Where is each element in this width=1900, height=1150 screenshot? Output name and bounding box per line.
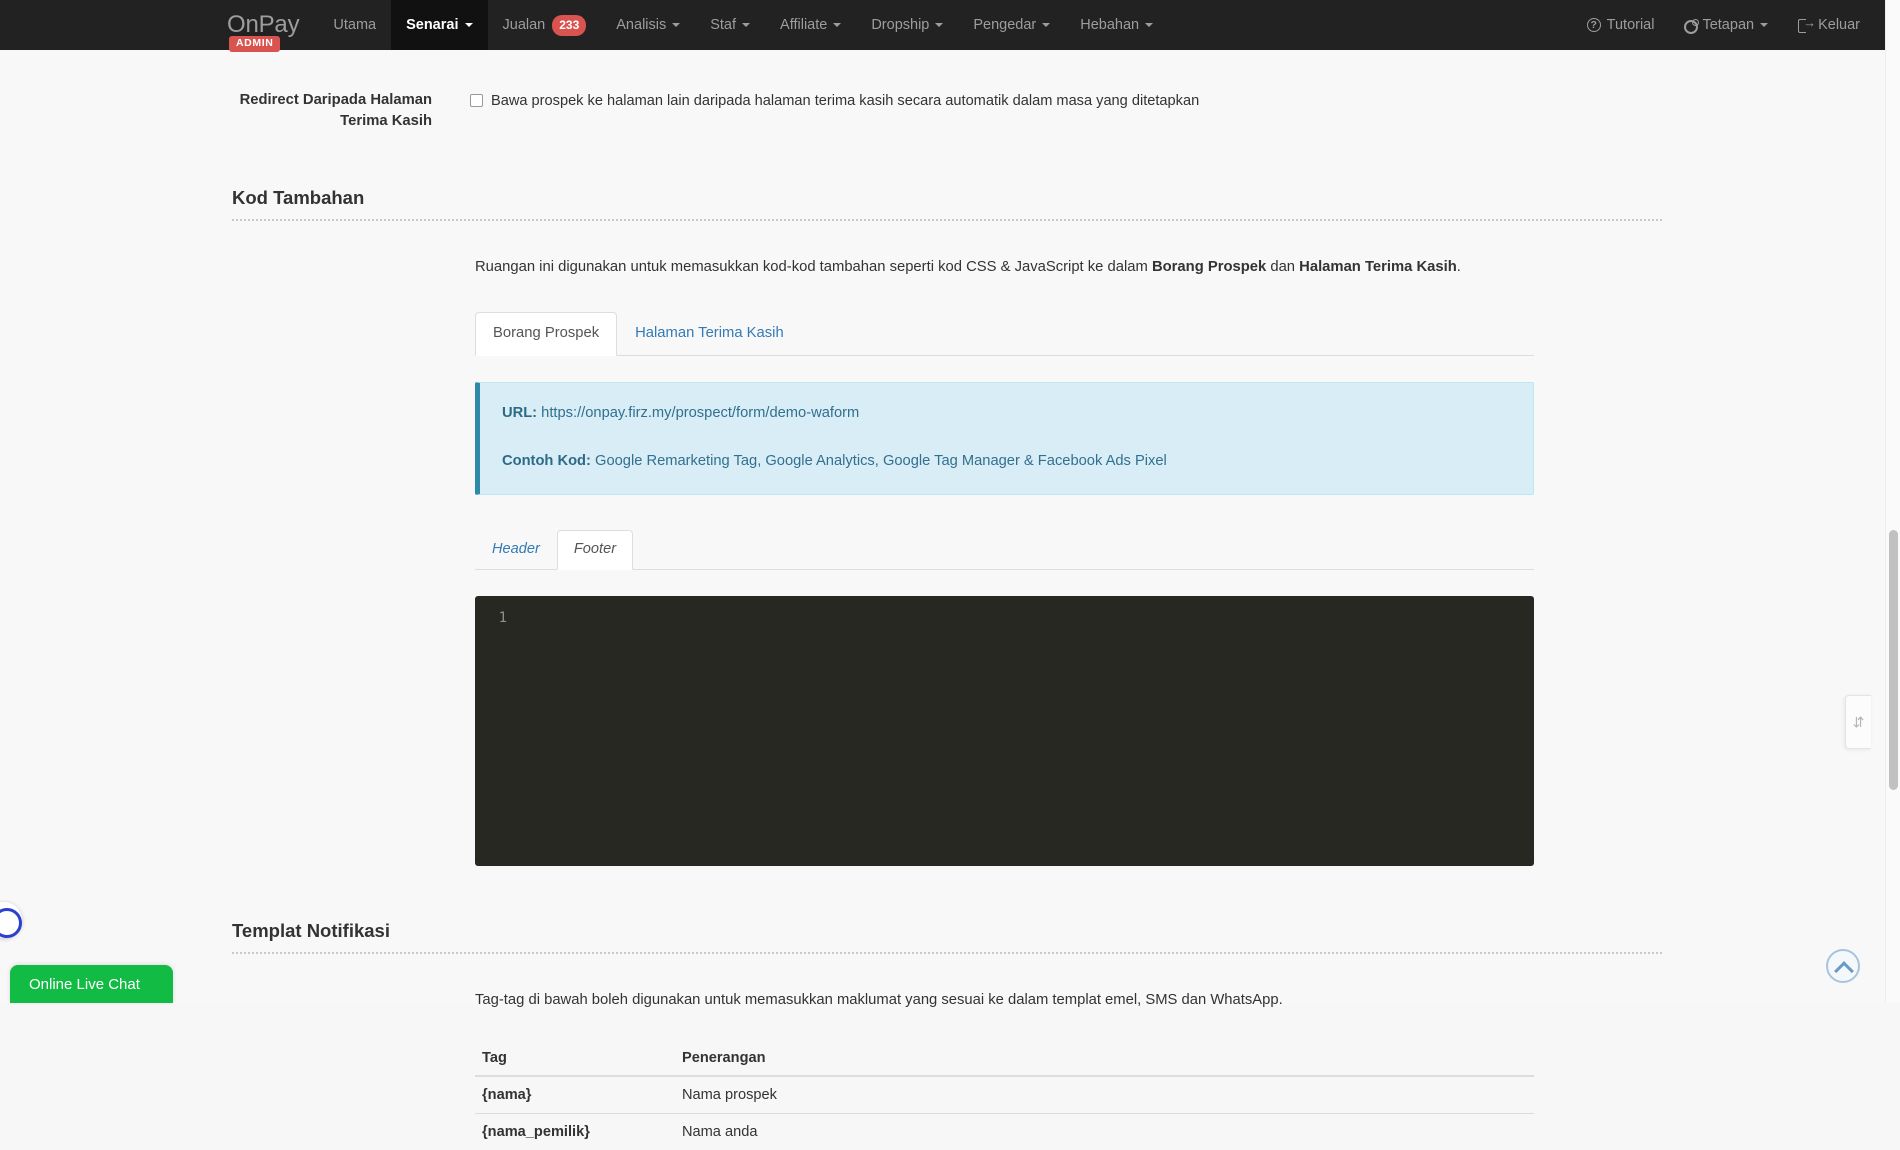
tag-table-head: Tag Penerangan [475, 1041, 1534, 1078]
logout-icon [1798, 16, 1816, 33]
tab-footer[interactable]: Footer [556, 529, 634, 570]
nav-item-dropship[interactable]: Dropship [856, 0, 958, 50]
nav-item-label: Pengedar [973, 17, 1037, 33]
well-contoh-label: Contoh Kod: [502, 452, 591, 469]
nav-item-senarai[interactable]: Senarai [391, 0, 488, 50]
brand-label: OnPay [227, 11, 300, 38]
well-url-line: URL: https://onpay.firz.my/prospect/form… [502, 403, 1511, 424]
column-header-tag: Tag [475, 1041, 675, 1078]
nav-item-affiliate[interactable]: Affiliate [765, 0, 856, 50]
table-row: {nama_pemilik} Nama anda [475, 1113, 1534, 1150]
well-url-value[interactable]: https://onpay.firz.my/prospect/form/demo… [541, 405, 859, 421]
tab-borang-prospek[interactable]: Borang Prospek [475, 312, 618, 357]
nav-item-staf[interactable]: Staf [695, 0, 765, 50]
templat-notifikasi-body: Tag-tag di bawah boleh digunakan untuk m… [232, 954, 1662, 1150]
side-tab-toggle[interactable]: ⇵ [1845, 695, 1871, 749]
chevron-down-icon [1145, 23, 1154, 27]
scrollbar-thumb[interactable] [1889, 530, 1898, 790]
content-container: Redirect Daripada Halaman Terima Kasih B… [232, 50, 1662, 1150]
section-title-templat-notifikasi: Templat Notifikasi [232, 919, 390, 941]
table-row: {nama} Nama prospek [475, 1075, 1534, 1114]
nav-item-utama[interactable]: Utama [318, 0, 391, 50]
nav-item-pengedar[interactable]: Pengedar [958, 0, 1065, 50]
tag-table: Tag Penerangan {nama} Nama prospek {nama… [475, 1041, 1534, 1150]
nav-item-label: Jualan [502, 17, 546, 33]
page-content: Redirect Daripada Halaman Terima Kasih B… [0, 50, 1885, 1150]
resize-handle-icon: ⇵ [1852, 713, 1865, 730]
gear-icon [1684, 18, 1700, 34]
cell-penerangan: Nama anda [675, 1113, 1534, 1150]
redirect-checkbox-label: Bawa prospek ke halaman lain daripada ha… [491, 93, 1200, 109]
intro-bold-borang-prospek: Borang Prospek [1151, 258, 1267, 275]
intro-middle: dan [1266, 258, 1300, 275]
brand-logo[interactable]: OnPay ADMIN [213, 0, 318, 52]
tag-table-body: {nama} Nama prospek {nama_pemilik} Nama … [475, 1075, 1534, 1150]
chevron-down-icon [742, 23, 751, 27]
well-url-label: URL: [502, 405, 538, 422]
scroll-to-top-button[interactable] [1826, 949, 1860, 983]
nav-item-label: Dropship [871, 17, 930, 33]
nav-item-label: Affiliate [780, 17, 828, 33]
nav-item-tetapan[interactable]: Tetapan [1669, 0, 1783, 50]
nav-item-label: Tutorial [1606, 17, 1655, 33]
navbar-left-group: OnPay ADMIN Utama Senarai Jualan 233 Ana… [213, 0, 1168, 52]
nav-item-label: Tetapan [1702, 17, 1755, 33]
nav-item-keluar[interactable]: Keluar [1783, 0, 1875, 50]
redirect-control-area: Bawa prospek ke halaman lain daripada ha… [450, 88, 1662, 133]
cell-tag: {nama} [475, 1075, 675, 1114]
nav-item-analisis[interactable]: Analisis [601, 0, 695, 50]
intro-prefix: Ruangan ini digunakan untuk memasukkan k… [475, 258, 1152, 275]
chevron-down-icon [935, 23, 944, 27]
nav-item-label: Analisis [616, 17, 667, 33]
well-contoh-value: Google Remarketing Tag, Google Analytics… [595, 452, 1167, 469]
nav-item-jualan[interactable]: Jualan 233 [488, 0, 602, 50]
redirect-checkbox-row[interactable]: Bawa prospek ke halaman lain daripada ha… [470, 91, 1662, 111]
redirect-field-label: Redirect Daripada Halaman Terima Kasih [239, 92, 432, 130]
online-live-chat-label: Online Live Chat [29, 975, 140, 993]
admin-badge: ADMIN [229, 36, 281, 52]
chevron-down-icon [1760, 23, 1769, 27]
header-footer-tabs: Header Footer [475, 529, 1534, 570]
chat-orb-icon[interactable] [0, 902, 22, 938]
nav-item-label: Keluar [1818, 17, 1860, 33]
cell-tag: {nama_pemilik} [475, 1113, 675, 1150]
nav-item-tutorial[interactable]: ? Tutorial [1572, 0, 1670, 50]
nav-item-label: Utama [333, 17, 377, 33]
code-editor[interactable]: 1 [475, 595, 1534, 866]
question-circle-icon: ? [1586, 18, 1601, 32]
intro-bold-halaman-terima-kasih: Halaman Terima Kasih [1299, 258, 1457, 275]
navbar-right-group: ? Tutorial Tetapan Keluar [1572, 0, 1885, 50]
templat-notifikasi-intro: Tag-tag di bawah boleh digunakan untuk m… [475, 991, 1283, 1008]
kod-tambahan-tabs: Borang Prospek Halaman Terima Kasih [475, 312, 1534, 357]
redirect-checkbox[interactable] [470, 94, 483, 107]
chevron-down-icon [1042, 23, 1051, 27]
jualan-count-badge: 233 [552, 14, 587, 36]
tab-halaman-terima-kasih[interactable]: Halaman Terima Kasih [617, 312, 802, 356]
section-kod-tambahan: Kod Tambahan Ruangan ini digunakan untuk… [232, 187, 1662, 866]
kod-tambahan-intro: Ruangan ini digunakan untuk memasukkan k… [475, 257, 1662, 278]
online-live-chat-button[interactable]: Online Live Chat [10, 965, 173, 1003]
column-header-penerangan: Penerangan [675, 1041, 1534, 1078]
nav-item-label: Hebahan [1080, 17, 1140, 33]
chevron-down-icon [833, 23, 842, 27]
nav-item-label: Staf [710, 17, 737, 33]
section-templat-notifikasi: Templat Notifikasi Tag-tag di bawah bole… [232, 920, 1662, 1150]
chevron-down-icon [464, 23, 473, 27]
intro-suffix: . [1456, 258, 1461, 275]
editor-text-area[interactable] [519, 609, 1534, 866]
editor-line-numbers: 1 [498, 609, 507, 626]
chevron-down-icon [672, 23, 681, 27]
top-navbar: OnPay ADMIN Utama Senarai Jualan 233 Ana… [0, 0, 1885, 52]
redirect-form-row: Redirect Daripada Halaman Terima Kasih B… [232, 50, 1662, 133]
page-scrollbar[interactable] [1885, 0, 1900, 1003]
tab-header[interactable]: Header [475, 530, 557, 570]
nav-item-label: Senarai [406, 17, 459, 33]
kod-tambahan-body: Ruangan ini digunakan untuk memasukkan k… [232, 221, 1662, 866]
well-contoh-line: Contoh Kod: Google Remarketing Tag, Goog… [502, 451, 1511, 472]
table-header-row: Tag Penerangan [475, 1041, 1534, 1078]
cell-penerangan: Nama prospek [675, 1075, 1534, 1114]
info-well: URL: https://onpay.firz.my/prospect/form… [475, 382, 1534, 495]
section-title-kod-tambahan: Kod Tambahan [232, 186, 365, 208]
nav-item-hebahan[interactable]: Hebahan [1065, 0, 1168, 50]
